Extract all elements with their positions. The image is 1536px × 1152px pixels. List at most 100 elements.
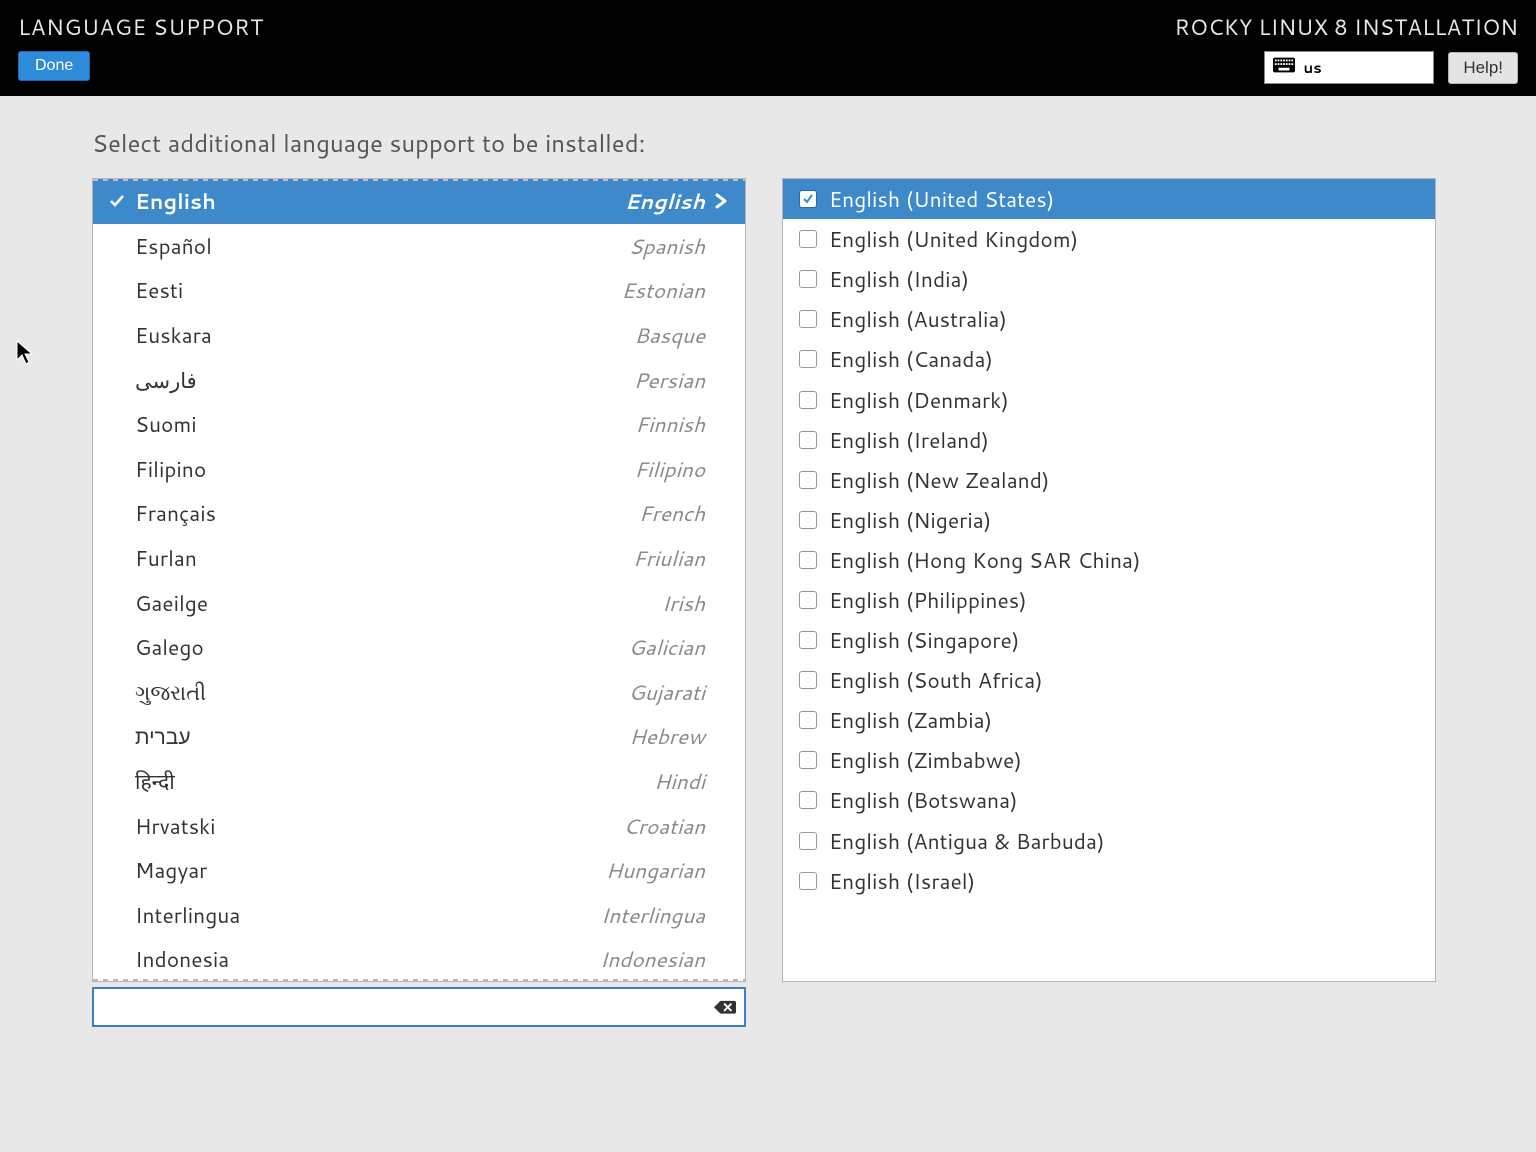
locale-checkbox[interactable] <box>793 671 823 689</box>
locale-checkbox[interactable] <box>793 872 823 890</box>
locale-checkbox[interactable] <box>793 631 823 649</box>
locale-label: English (Botswana) <box>823 785 1018 815</box>
locale-label: English (United States) <box>823 184 1054 214</box>
search-input[interactable] <box>102 997 714 1017</box>
language-row[interactable]: GaeilgeIrish <box>93 580 745 625</box>
locale-row[interactable]: English (India) <box>783 259 1435 299</box>
keyboard-icon <box>1273 56 1295 79</box>
clear-search-icon[interactable] <box>714 998 736 1016</box>
locale-label: English (Singapore) <box>823 625 1019 655</box>
language-english-name: Hindi <box>654 766 711 796</box>
list-scroll-indicator-bottom <box>93 979 745 981</box>
locale-checkbox[interactable] <box>793 270 823 288</box>
language-english-name: Hebrew <box>629 721 711 751</box>
language-row[interactable]: FrançaisFrench <box>93 491 745 536</box>
locale-label: English (Zambia) <box>823 705 992 735</box>
locale-checkbox[interactable] <box>793 591 823 609</box>
language-english-name: Estonian <box>621 275 711 305</box>
language-english-name: Filipino <box>634 454 711 484</box>
language-native-name: עברית <box>131 721 629 751</box>
locale-row[interactable]: English (Hong Kong SAR China) <box>783 540 1435 580</box>
language-native-name: Euskara <box>131 320 634 350</box>
locale-checkbox[interactable] <box>793 471 823 489</box>
language-row[interactable]: IndonesiaIndonesian <box>93 937 745 982</box>
keyboard-indicator[interactable]: us <box>1264 51 1434 84</box>
locale-row[interactable]: English (Zambia) <box>783 700 1435 740</box>
locale-row[interactable]: English (Israel) <box>783 861 1435 901</box>
locale-row[interactable]: English (Zimbabwe) <box>783 740 1435 780</box>
locale-row[interactable]: English (Singapore) <box>783 620 1435 660</box>
language-row[interactable]: ગુજરાતીGujarati <box>93 670 745 715</box>
language-english-name: French <box>639 498 711 528</box>
language-row[interactable]: EspañolSpanish <box>93 224 745 269</box>
locale-row[interactable]: English (South Africa) <box>783 660 1435 700</box>
language-native-name: فارسی <box>131 365 634 395</box>
language-row[interactable]: עבריתHebrew <box>93 714 745 759</box>
locale-row[interactable]: English (Antigua & Barbuda) <box>783 821 1435 861</box>
language-row[interactable]: EnglishEnglish <box>93 179 745 224</box>
locale-row[interactable]: English (Philippines) <box>783 580 1435 620</box>
locale-row[interactable]: English (Nigeria) <box>783 500 1435 540</box>
list-scroll-indicator-top <box>93 179 745 181</box>
language-native-name: Galego <box>131 632 628 662</box>
locale-list[interactable]: English (United States) English (United K… <box>782 178 1436 982</box>
language-row[interactable]: FilipinoFilipino <box>93 447 745 492</box>
language-english-name: Galician <box>628 632 711 662</box>
language-native-name: Magyar <box>131 855 606 885</box>
locale-row[interactable]: English (United States) <box>783 179 1435 219</box>
locale-checkbox[interactable] <box>793 310 823 328</box>
locale-row[interactable]: English (New Zealand) <box>783 460 1435 500</box>
prompt-text: Select additional language support to be… <box>92 126 1508 160</box>
language-row[interactable]: InterlinguaInterlingua <box>93 893 745 938</box>
language-row[interactable]: FurlanFriulian <box>93 536 745 581</box>
language-row[interactable]: EestiEstonian <box>93 268 745 313</box>
locale-checkbox[interactable] <box>793 791 823 809</box>
locale-row[interactable]: English (Australia) <box>783 299 1435 339</box>
locale-label: English (Philippines) <box>823 585 1027 615</box>
locale-label: English (Zimbabwe) <box>823 745 1022 775</box>
locale-checkbox[interactable] <box>793 711 823 729</box>
language-english-name: Indonesian <box>600 944 711 974</box>
locale-row[interactable]: English (Ireland) <box>783 420 1435 460</box>
language-row[interactable]: GalegoGalician <box>93 625 745 670</box>
language-native-name: Filipino <box>131 454 634 484</box>
locale-label: English (India) <box>823 264 969 294</box>
language-row[interactable]: हिन्दीHindi <box>93 759 745 804</box>
locale-checkbox[interactable] <box>793 751 823 769</box>
language-native-name: Interlingua <box>131 900 601 930</box>
language-native-name: ગુજરાતી <box>131 677 628 707</box>
help-button[interactable]: Help! <box>1448 52 1518 84</box>
locale-checkbox[interactable] <box>793 230 823 248</box>
language-row[interactable]: MagyarHungarian <box>93 848 745 893</box>
language-english-name: Finnish <box>635 409 711 439</box>
locale-row[interactable]: English (United Kingdom) <box>783 219 1435 259</box>
locale-label: English (Denmark) <box>823 385 1009 415</box>
language-native-name: Furlan <box>131 543 633 573</box>
locale-checkbox[interactable] <box>793 832 823 850</box>
locale-label: English (Hong Kong SAR China) <box>823 545 1141 575</box>
locale-row[interactable]: English (Canada) <box>783 339 1435 379</box>
locale-checkbox[interactable] <box>793 391 823 409</box>
language-english-name: Basque <box>634 320 711 350</box>
locale-label: English (New Zealand) <box>823 465 1050 495</box>
locale-checkbox[interactable] <box>793 350 823 368</box>
done-button[interactable]: Done <box>18 51 90 81</box>
language-row[interactable]: HrvatskiCroatian <box>93 803 745 848</box>
locale-checkbox[interactable] <box>793 511 823 529</box>
language-english-name: Croatian <box>623 811 711 841</box>
locale-checkbox[interactable] <box>793 551 823 569</box>
language-native-name: Gaeilge <box>131 588 662 618</box>
language-row[interactable]: SuomiFinnish <box>93 402 745 447</box>
language-list[interactable]: EnglishEnglishEspañolSpanishEestiEstonia… <box>92 178 746 982</box>
installer-title: ROCKY LINUX 8 INSTALLATION <box>1174 12 1518 43</box>
language-search[interactable] <box>92 987 746 1027</box>
language-row[interactable]: EuskaraBasque <box>93 313 745 358</box>
locale-row[interactable]: English (Botswana) <box>783 780 1435 820</box>
language-row[interactable]: فارسیPersian <box>93 357 745 402</box>
locale-checkbox[interactable] <box>793 190 823 208</box>
language-english-name: Friulian <box>633 543 711 573</box>
language-native-name: Español <box>131 231 629 261</box>
locale-row[interactable]: English (Denmark) <box>783 379 1435 419</box>
locale-checkbox[interactable] <box>793 431 823 449</box>
locale-label: English (Israel) <box>823 866 975 896</box>
